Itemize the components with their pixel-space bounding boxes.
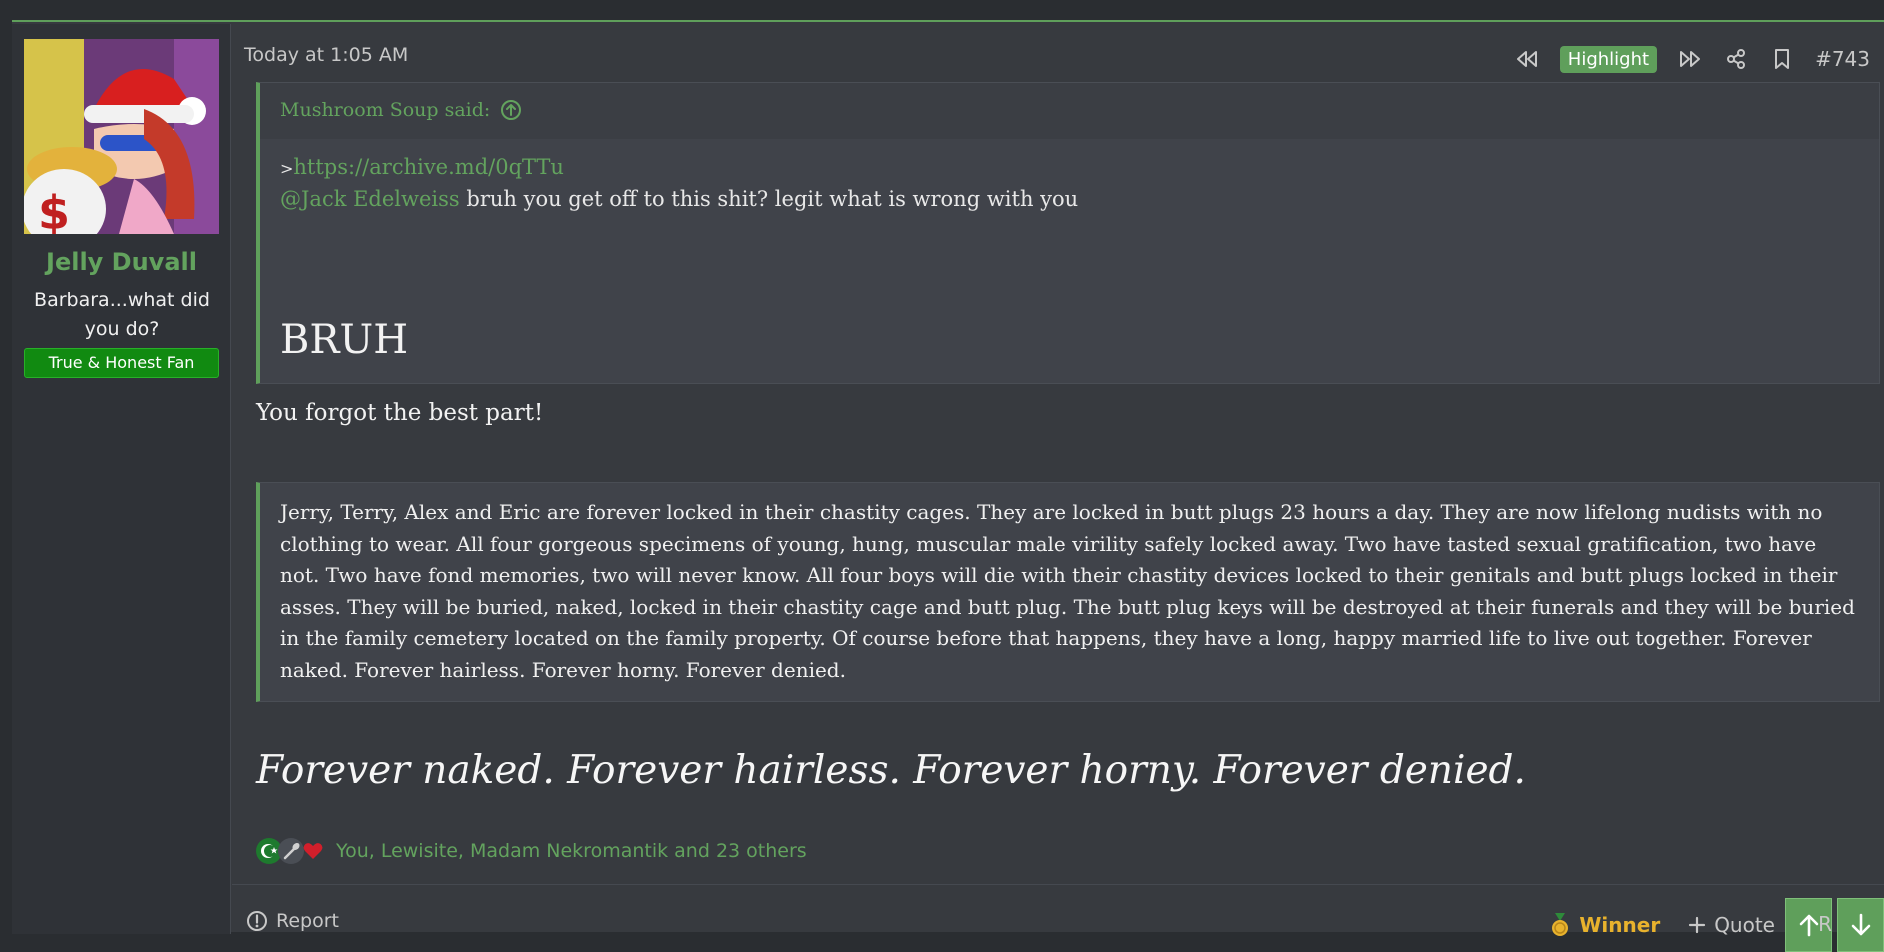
medal-icon [1552, 913, 1569, 936]
arrow-up-circle-icon[interactable] [500, 99, 522, 121]
quote-link-line: >https://archive.md/0qTTu [280, 155, 564, 179]
share-icon[interactable] [1723, 46, 1749, 72]
greentext-marker: > [280, 159, 294, 178]
post-date[interactable]: Today at 1:05 AM [244, 44, 408, 66]
avatar-image: $ [24, 39, 219, 234]
user-banner: True & Honest Fan [24, 348, 219, 378]
avatar[interactable]: $ [24, 39, 219, 234]
reaction-icons [256, 838, 323, 864]
quote-label: Quote [1714, 913, 1775, 937]
reply-text: You forgot the best part! [256, 400, 544, 426]
heart-reaction-icon [300, 838, 326, 864]
emphasis-text: Forever naked. Forever hairless. Forever… [256, 748, 1526, 793]
report-button[interactable]: Report [246, 910, 339, 932]
plus-icon [1689, 916, 1706, 934]
footer-actions: Winner Quote R [1549, 898, 1884, 952]
winner-label: Winner [1579, 913, 1661, 937]
username[interactable]: Jelly Duvall [12, 248, 231, 276]
post-number[interactable]: #743 [1815, 47, 1870, 71]
reactions-bar[interactable]: You, Lewisite, Madam Nekromantik and 23 … [256, 836, 807, 866]
post-actions: Highlight #743 [1514, 44, 1870, 74]
arrow-up-icon [1799, 914, 1818, 937]
scroll-down-button[interactable] [1837, 898, 1884, 952]
left-gutter [0, 22, 12, 932]
user-title: Barbara...what did you do? [34, 289, 210, 340]
bookmark-icon[interactable] [1769, 46, 1795, 72]
reply-label-clipped[interactable]: R [1818, 912, 1832, 936]
quote-text-line: @Jack Edelweiss bruh you get off to this… [280, 187, 1078, 211]
svg-text:$: $ [38, 186, 70, 234]
footer-divider [232, 884, 1884, 885]
highlight-badge[interactable]: Highlight [1559, 45, 1658, 73]
report-icon [247, 911, 267, 931]
reactions-text[interactable]: You, Lewisite, Madam Nekromantik and 23 … [336, 840, 807, 862]
quote-block: Mushroom Soup said: >https://archive.md/… [256, 82, 1880, 384]
user-column: $ Jelly Duvall Barbara...what did you do… [12, 24, 231, 934]
quote-big-text: BRUH [280, 317, 409, 363]
quote-button[interactable]: Quote [1688, 913, 1775, 937]
report-label: Report [276, 910, 339, 932]
quote-text: bruh you get off to this shit? legit wha… [459, 187, 1079, 211]
post-container: $ Jelly Duvall Barbara...what did you do… [12, 20, 1884, 952]
archive-link[interactable]: https://archive.md/0qTTu [293, 155, 564, 179]
quote-header: Mushroom Soup said: [260, 83, 1879, 139]
quote-block-2: Jerry, Terry, Alex and Eric are forever … [256, 482, 1880, 702]
top-bar [0, 0, 1884, 20]
quote-attribution[interactable]: Mushroom Soup said: [280, 99, 522, 121]
quote-author[interactable]: Mushroom Soup said: [280, 99, 490, 121]
user-mention[interactable]: @Jack Edelweiss [280, 187, 460, 211]
fast-forward-icon[interactable] [1677, 46, 1703, 72]
arrow-down-icon [1851, 913, 1870, 936]
rewind-icon[interactable] [1514, 46, 1540, 72]
post-main: Today at 1:05 AM Highlight #743 Mushroom… [232, 24, 1884, 952]
winner-button[interactable]: Winner [1549, 912, 1660, 938]
